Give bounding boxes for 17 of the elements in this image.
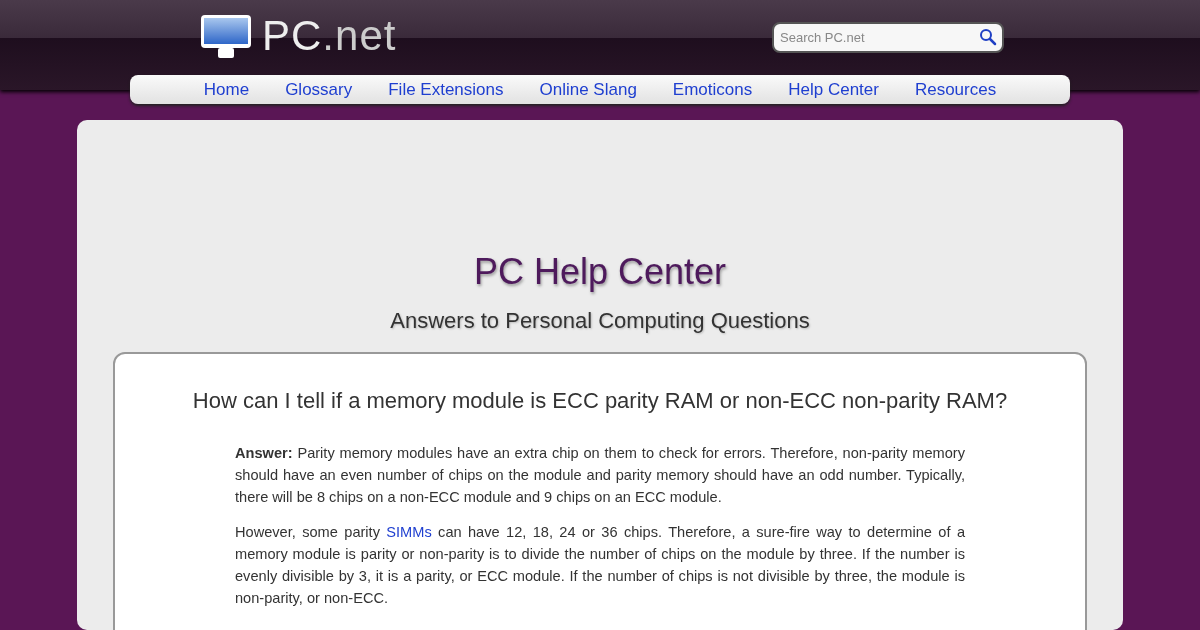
nav-link[interactable]: Home bbox=[203, 79, 250, 100]
page-subtitle: Answers to Personal Computing Questions bbox=[389, 308, 811, 334]
answer-paragraph: Answer: Parity memory modules have an extra chip on them to check for errors. Therefore, non-parity memory should have an even number of chips on the module and parity memory should have an odd number. Typically, there will be 8 chips on a non-ECC module and 9 chips on an ECC module. bbox=[235, 444, 965, 507]
question-heading: How can I tell if a memory module is ECC parity RAM or non-ECC non-parity RAM? bbox=[191, 388, 1009, 414]
answer-paragraph: However, some parity SIMMs can have 12, 18, 24 or 36 chips. Therefore, a sure-fire way to determine of a memory module is parity or non-parity is to divide the number of chips on the module by three. If the number is evenly divisible by 3, it is a parity, or ECC module. If the number of chips is not divisible by three, the module is non-parity, or non-ECC. bbox=[235, 523, 965, 608]
page-title: PC Help Center bbox=[472, 250, 728, 294]
nav-link[interactable]: Resources bbox=[914, 79, 997, 100]
nav-link[interactable]: Glossary bbox=[285, 79, 353, 100]
simms-link[interactable]: SIMMs bbox=[386, 524, 432, 540]
search-field[interactable]: Search PC.net bbox=[772, 22, 1004, 53]
site-logo[interactable]: PC.net bbox=[262, 14, 397, 58]
monitor-icon bbox=[200, 14, 252, 58]
nav-link[interactable]: Online Slang bbox=[539, 79, 637, 100]
nav-link[interactable]: File Extensions bbox=[388, 79, 504, 100]
nav-link[interactable]: Help Center bbox=[788, 79, 879, 100]
nav-link[interactable]: Emoticons bbox=[672, 79, 753, 100]
search-icon[interactable] bbox=[979, 28, 997, 46]
